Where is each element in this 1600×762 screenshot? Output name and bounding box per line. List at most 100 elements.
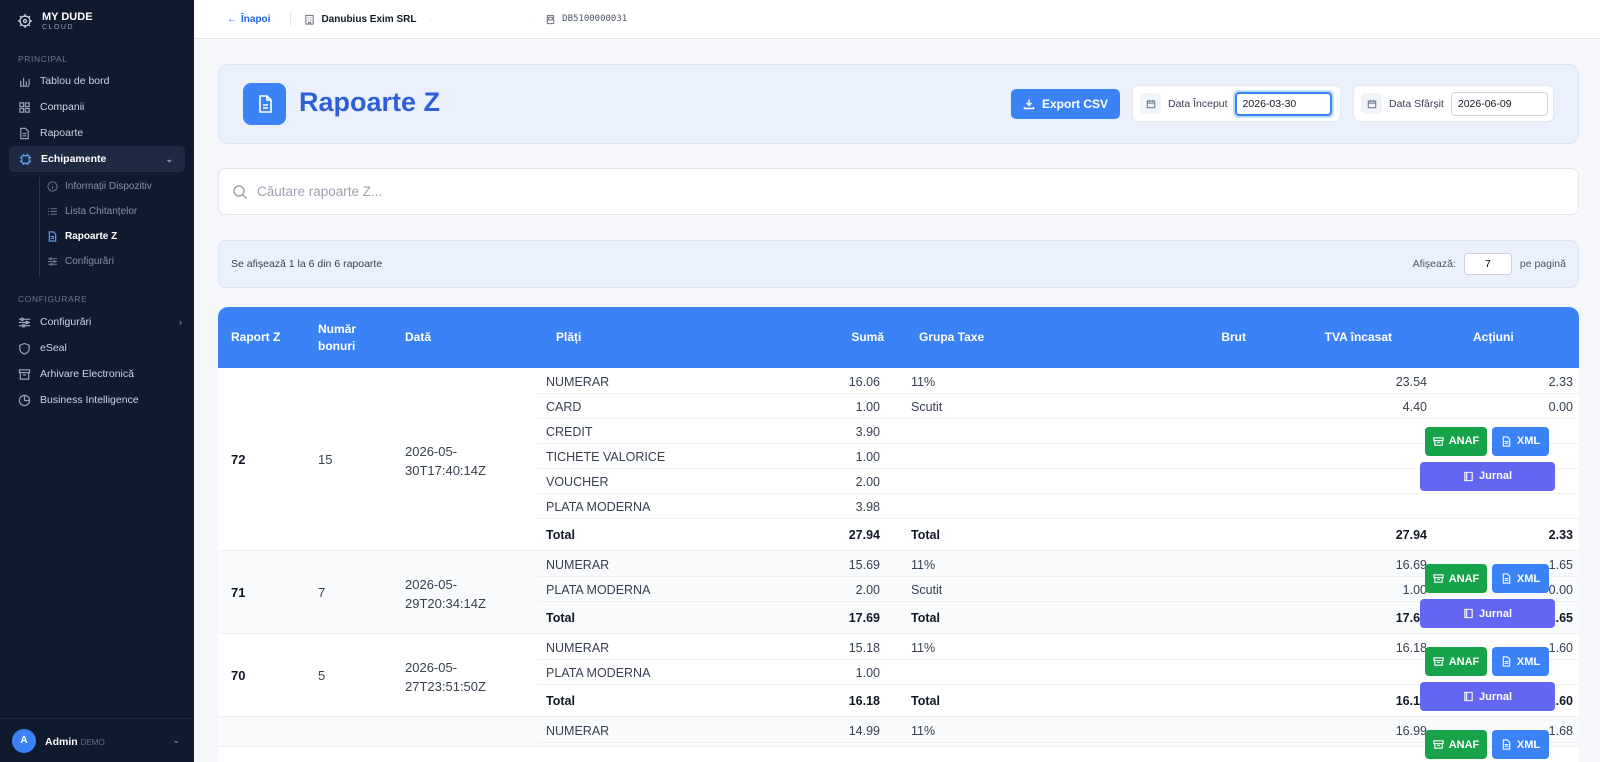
- receipt-count: 5: [318, 667, 326, 683]
- sidebar-item-equipment[interactable]: Echipamente ⌄: [9, 146, 185, 172]
- col-grupa: Grupa Taxe: [919, 330, 985, 344]
- document-icon: [20, 127, 29, 139]
- sidebar-item-bi[interactable]: Business Intelligence: [0, 387, 194, 413]
- tax-group: Total: [911, 611, 940, 625]
- sliders-icon: [47, 257, 58, 266]
- sidebar-item-reports[interactable]: Rapoarte: [0, 120, 194, 146]
- col-brut: Brut: [1221, 330, 1246, 344]
- start-date-input[interactable]: [1234, 91, 1332, 116]
- gross-amount: 23.54: [1395, 375, 1427, 389]
- receipt-count: 15: [318, 451, 333, 467]
- xml-button[interactable]: XML: [1492, 564, 1549, 593]
- payment-amount: 14.99: [848, 724, 880, 738]
- jurnal-button[interactable]: Jurnal: [1420, 461, 1555, 491]
- xml-button[interactable]: XML: [1492, 426, 1549, 456]
- sidebar-item-dashboard[interactable]: Tablou de bord: [0, 68, 194, 94]
- back-label: Înapoi: [241, 13, 271, 25]
- brand-sub: CLOUD: [42, 23, 75, 31]
- xml-label: XML: [1516, 435, 1541, 447]
- payment-method: TICHETE VALORICE: [546, 450, 666, 464]
- anaf-button[interactable]: ANAF: [1425, 730, 1487, 759]
- payment-amount: 16.06: [848, 375, 880, 389]
- payment-method: Total: [546, 694, 575, 708]
- archive-icon: [1433, 436, 1444, 447]
- total-line: Total 27.94 Total 27.94 2.33: [538, 522, 1579, 547]
- payment-method: VOUCHER: [546, 475, 609, 489]
- xml-button[interactable]: XML: [1492, 730, 1549, 759]
- report-date-line: 2026-05-: [405, 576, 458, 592]
- sidebar-item-label: eSeal: [40, 342, 67, 354]
- anaf-button[interactable]: ANAF: [1425, 564, 1487, 593]
- sidebar-item-configurations[interactable]: Configurări ›: [0, 309, 194, 335]
- report-date-line: 2026-05-: [405, 443, 458, 459]
- report-number: 72: [231, 451, 246, 467]
- sidebar-item-label: Rapoarte: [40, 127, 84, 139]
- separator-dot: ·: [528, 13, 533, 25]
- sidebar-subitem-z-reports[interactable]: Rapoarte Z: [0, 224, 194, 249]
- info-icon: [47, 181, 58, 192]
- sidebar-item-eseal[interactable]: eSeal: [0, 335, 194, 361]
- payment-amount: 1.00: [855, 666, 880, 680]
- page-title: Rapoarte Z: [299, 87, 441, 117]
- tax-group: 11%: [911, 375, 936, 389]
- chip-icon: [19, 153, 32, 165]
- payment-line: CARD 1.00 Scutit 4.40 0.00: [538, 394, 1579, 419]
- payment-method: CARD: [546, 400, 582, 414]
- anaf-button[interactable]: ANAF: [1425, 426, 1487, 456]
- tax-group: Scutit: [911, 583, 943, 597]
- sidebar-item-label: Companii: [40, 101, 85, 113]
- export-csv-button[interactable]: Export CSV: [1011, 89, 1120, 119]
- sidebar-subitem-label: Lista Chitanțelor: [65, 206, 138, 217]
- col-plati: Plăți: [556, 330, 582, 344]
- payment-amount: 3.90: [855, 425, 880, 439]
- anaf-label: ANAF: [1448, 738, 1480, 751]
- sidebar-item-archive[interactable]: Arhivare Electronică: [0, 361, 194, 387]
- payment-method: PLATA MODERNA: [546, 583, 651, 597]
- shield-icon: [19, 342, 30, 355]
- payment-line: NUMERAR 16.06 11% 23.54 2.33: [538, 369, 1579, 394]
- archive-icon: [1433, 739, 1444, 750]
- table-body: 72 15 2026-05- 30T17:40:14Z NUMERAR 16.06 11% 2…: [218, 368, 1579, 759]
- page-header: Rapoarte Z Export CSV Data Început Data …: [218, 64, 1579, 144]
- report-row: 71 7 2026-05- 29T20:34:14Z NUMERAR 15.69 11% 16…: [218, 551, 1579, 634]
- search-input[interactable]: [257, 184, 1157, 199]
- jurnal-button[interactable]: Jurnal: [1420, 599, 1555, 628]
- submenu-line: [39, 177, 40, 277]
- end-date-input[interactable]: [1450, 91, 1548, 116]
- payment-amount: 3.98: [855, 500, 880, 514]
- sidebar-subitem-device-info[interactable]: Informații Dispozitiv: [0, 174, 194, 199]
- sidebar-item-label: Configurări: [40, 316, 92, 328]
- list-icon: [47, 208, 58, 215]
- report-date-line: 30T17:40:14Z: [405, 462, 486, 478]
- col-suma: Sumă: [851, 330, 884, 344]
- archive-icon: [1433, 573, 1444, 584]
- report-date-line: 29T20:34:14Z: [405, 595, 486, 611]
- vat-amount: 2.33: [1548, 528, 1573, 542]
- back-link[interactable]: ← Înapoi: [227, 14, 270, 25]
- topbar: ← Înapoi Danubius Exim SRL · · DB5100000…: [194, 0, 1600, 39]
- tax-group: Total: [911, 528, 940, 542]
- sidebar-item-companies[interactable]: Companii: [0, 94, 194, 120]
- anaf-button[interactable]: ANAF: [1425, 647, 1487, 676]
- calendar-icon: [1140, 93, 1161, 114]
- per-page-input[interactable]: [1463, 253, 1512, 275]
- brand[interactable]: MY DUDE CLOUD: [0, 0, 194, 42]
- vat-amount: 1.60: [1548, 641, 1573, 655]
- sidebar-subitem-receipts[interactable]: Lista Chitanțelor: [0, 199, 194, 224]
- payment-method: NUMERAR: [546, 558, 610, 572]
- vat-amount: 1.65: [1548, 558, 1573, 572]
- receipt-count: 7: [318, 584, 326, 600]
- download-icon: [1023, 99, 1035, 110]
- jurnal-button[interactable]: Jurnal: [1420, 682, 1555, 711]
- xml-button[interactable]: XML: [1492, 647, 1549, 676]
- section-configurare: CONFIGURARE: [18, 294, 88, 304]
- report-date-line: 27T23:51:50Z: [405, 678, 486, 694]
- chart-icon: [19, 77, 30, 87]
- user-menu[interactable]: A Admin DEMO ⌄: [0, 718, 194, 762]
- company-breadcrumb[interactable]: Danubius Exim SRL: [304, 14, 416, 25]
- document-icon: [243, 83, 286, 125]
- col-tva: TVA încasat: [1324, 330, 1392, 344]
- document-icon: [1501, 435, 1512, 447]
- sidebar-subitem-settings[interactable]: Configurări: [0, 249, 194, 274]
- device-serial: DB5100000031: [545, 14, 627, 25]
